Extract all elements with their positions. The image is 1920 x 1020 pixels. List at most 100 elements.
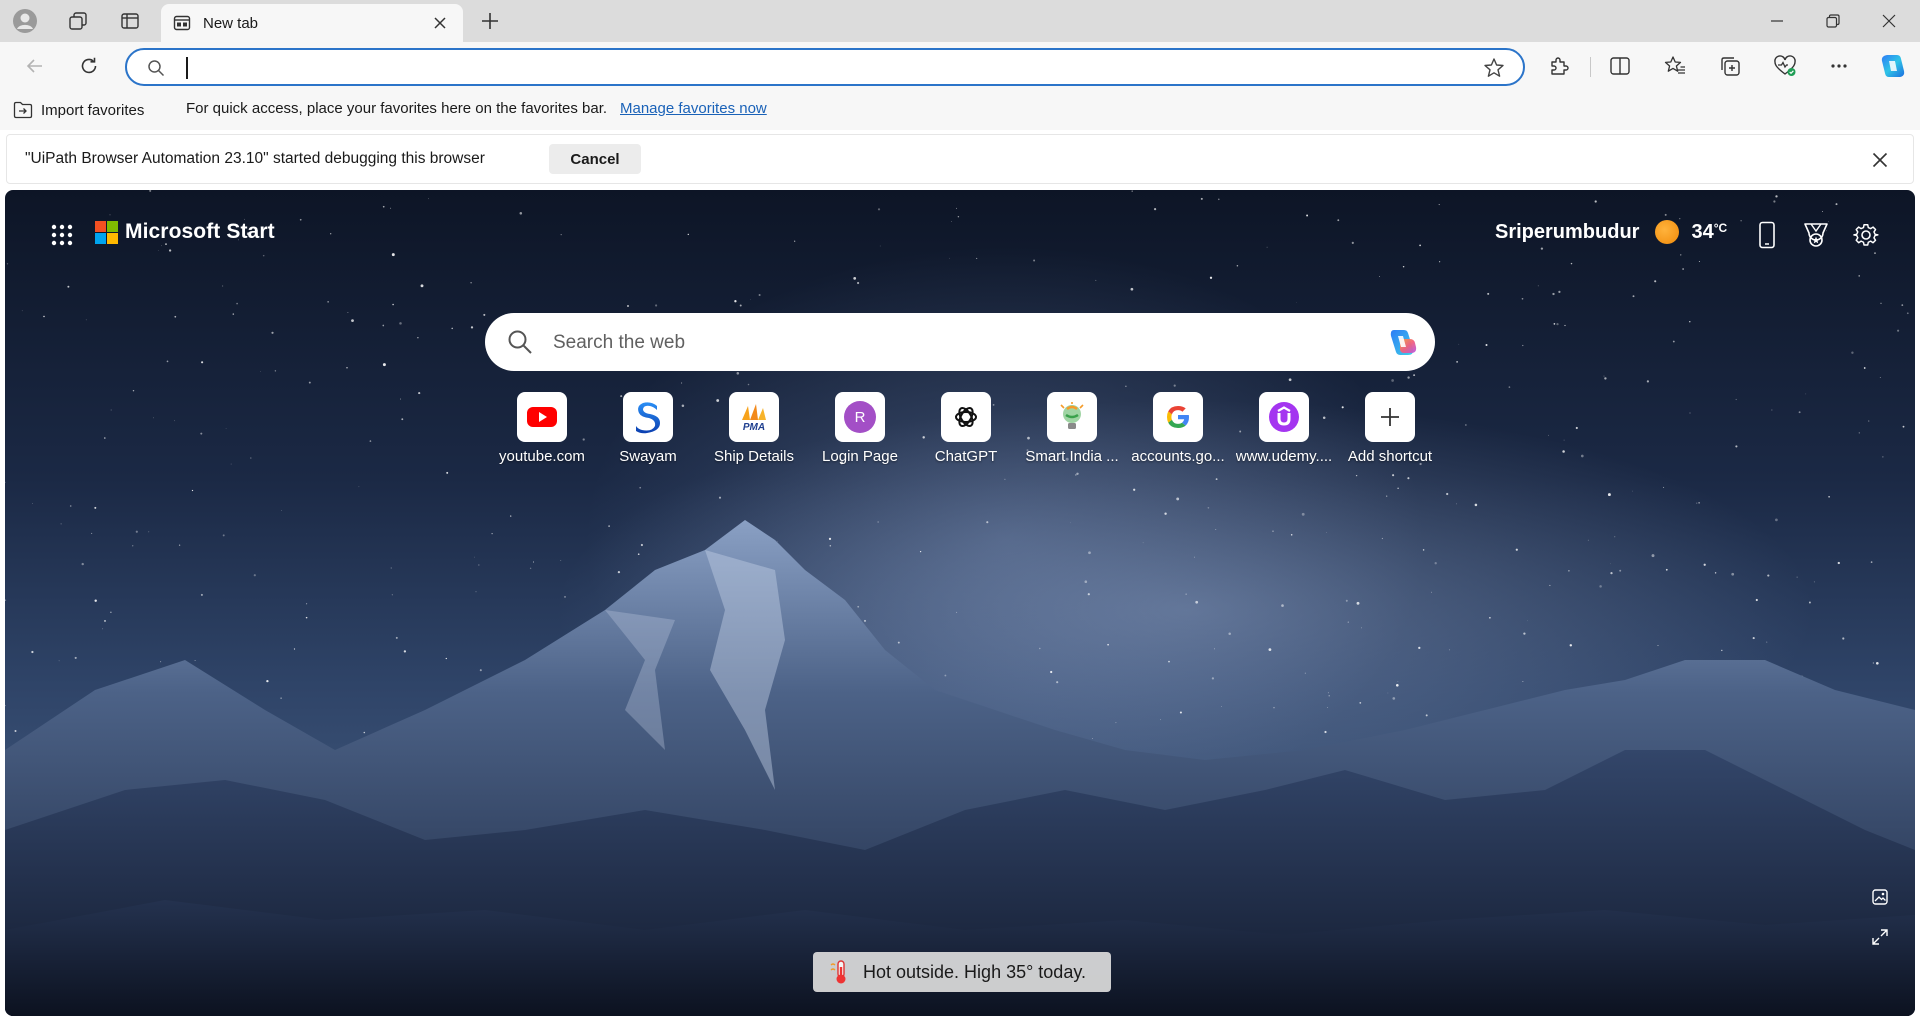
google-icon [1153,392,1203,442]
search-icon [508,330,532,354]
minimize-button[interactable] [1750,0,1804,42]
chatgpt-icon [941,392,991,442]
temperature-unit: °C [1713,220,1728,235]
favorites-bar-message: For quick access, place your favorites h… [186,100,608,117]
back-button[interactable] [19,50,51,82]
web-search-input[interactable] [553,331,1333,355]
temperature-value: 34 [1691,220,1714,243]
minimize-icon [1771,20,1783,22]
browser-toolbar [0,42,1920,90]
shortcut-label: Add shortcut [1347,448,1433,465]
copilot-button[interactable] [1876,50,1910,82]
shortcut-swayam[interactable]: Swayam [595,392,701,465]
debugging-message: "UiPath Browser Automation 23.10" starte… [25,150,485,167]
profile-button[interactable] [10,6,40,36]
title-bar: New tab [0,0,1920,42]
copilot-icon [1881,55,1905,77]
weather-alert-text: Hot outside. High 35° today. [863,961,1086,982]
profile-icon [13,9,37,33]
rewards-button[interactable] [1797,216,1835,254]
shortcut-label: www.udemy.... [1235,448,1333,465]
shortcut-label: Login Page [822,448,898,465]
add-favorite-button[interactable] [1483,57,1505,79]
udemy-icon [1259,392,1309,442]
microsoft-start-logo[interactable]: Microsoft Start [95,220,275,244]
browser-essentials-button[interactable] [1768,50,1802,82]
import-favorites-label: Import favorites [41,101,145,119]
split-screen-button[interactable] [1603,50,1637,82]
plus-icon [482,13,498,29]
favorites-star-icon [1664,56,1685,74]
shortcut-udemy[interactable]: www.udemy.... [1231,392,1337,465]
split-screen-icon [1610,57,1630,75]
expand-icon [1872,929,1888,945]
weather-alert-toast[interactable]: Hot outside. High 35° today. [813,952,1111,992]
youtube-icon [517,392,567,442]
plus-icon [1365,392,1415,442]
add-shortcut-button[interactable]: Add shortcut [1337,392,1443,465]
web-search-box[interactable] [485,313,1435,371]
manage-favorites-link[interactable]: Manage favorites now [620,100,767,117]
more-horizontal-icon [1831,64,1847,68]
sunny-weather-icon [1655,220,1680,244]
shortcut-smart-india[interactable]: Smart India ... [1019,392,1125,465]
shortcut-label: Ship Details [713,448,795,465]
toolbar-divider [1590,57,1591,77]
favorites-button[interactable] [1658,50,1692,82]
shortcut-chatgpt[interactable]: ChatGPT [913,392,1019,465]
new-tab-page-icon [173,15,191,31]
background-image-info-button[interactable] [1865,882,1895,912]
favorites-bar: Import favorites For quick access, place… [0,90,1920,130]
close-icon [1872,152,1888,168]
shortcut-youtube[interactable]: youtube.com [489,392,595,465]
gear-icon [1853,224,1879,246]
address-bar[interactable] [125,48,1525,86]
workspaces-button[interactable] [63,6,93,36]
shortcut-label: ChatGPT [934,448,998,465]
vertical-tabs-button[interactable] [115,6,145,36]
close-window-button[interactable] [1862,0,1916,42]
settings-and-more-button[interactable] [1822,50,1856,82]
star-icon [1484,58,1504,77]
copilot-search-button[interactable] [1383,324,1421,362]
puzzle-icon [1551,57,1569,75]
collections-button[interactable] [1713,50,1747,82]
apps-launcher-button[interactable] [45,218,79,252]
restore-button[interactable] [1806,0,1860,42]
new-tab-button[interactable] [475,6,505,36]
mobile-app-button[interactable] [1748,216,1786,254]
refresh-button[interactable] [73,50,105,82]
brand-name: Microsoft Start [125,220,275,243]
shortcut-google-accounts[interactable]: accounts.go... [1125,392,1231,465]
close-infobar-button[interactable] [1867,147,1893,173]
text-caret [186,57,188,79]
tab-new-tab[interactable]: New tab [161,4,463,42]
svg-text:PMA: PMA [743,422,765,432]
extensions-button[interactable] [1542,50,1576,82]
heart-pulse-icon [1774,55,1796,76]
address-input[interactable] [185,58,1385,78]
smart-india-icon [1047,392,1097,442]
cancel-debugging-button[interactable]: Cancel [549,144,641,174]
import-favorites-button[interactable]: Import favorites [13,98,144,122]
image-icon [1872,889,1888,905]
close-icon [1882,14,1896,28]
tab-title: New tab [203,14,259,32]
collections-icon [1721,57,1740,76]
expand-background-button[interactable] [1865,922,1895,952]
phone-icon [1759,221,1775,249]
weather-widget[interactable]: Sriperumbudur 34°C [1495,220,1727,244]
close-tab-button[interactable] [429,12,451,34]
app-grid-icon [51,224,73,246]
restore-icon [1826,14,1840,28]
import-folder-icon [13,101,33,119]
page-settings-button[interactable] [1847,216,1885,254]
search-icon [148,60,165,77]
refresh-icon [81,57,97,74]
shortcut-label: Smart India ... [1025,448,1119,465]
letter-avatar: R [844,401,876,433]
shortcut-login-page[interactable]: R Login Page [807,392,913,465]
shortcut-ship-details[interactable]: PMA Ship Details [701,392,807,465]
vertical-tabs-icon [121,13,139,29]
pma-icon: PMA [729,392,779,442]
